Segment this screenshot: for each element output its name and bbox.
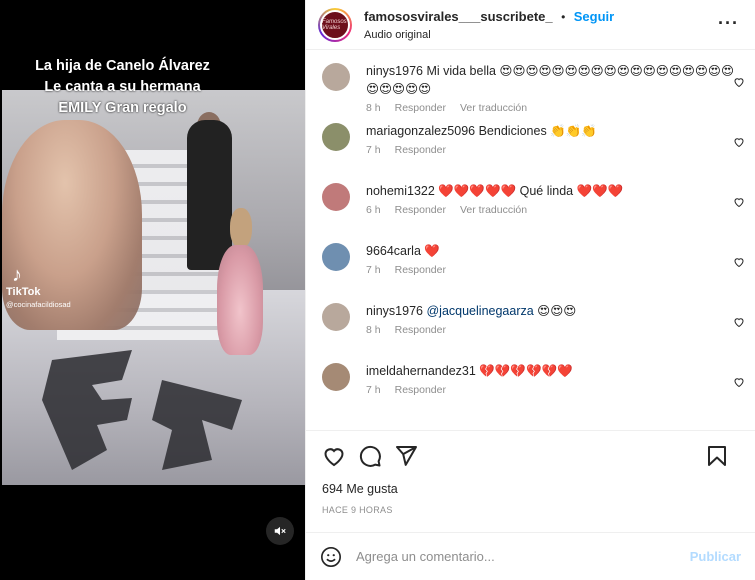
- comment-like-heart-icon[interactable]: [733, 256, 745, 268]
- audio-label[interactable]: Audio original: [364, 29, 614, 41]
- comment-meta: 7 h Responder: [366, 264, 736, 276]
- follow-button[interactable]: Seguir: [574, 9, 614, 24]
- comment-content: ❤️: [424, 244, 440, 258]
- comment-time[interactable]: 7 h: [366, 384, 381, 396]
- video-caption: La hija de Canelo Álvarez Le canta a su …: [35, 58, 210, 116]
- comment-meta: 7 h Responder: [366, 384, 736, 396]
- comment-avatar[interactable]: [322, 363, 350, 391]
- comment-meta: 8 h Responder Ver traducción: [366, 102, 736, 114]
- comment-username[interactable]: ninys1976: [366, 64, 423, 78]
- comment-item: ninys1976 Mi vida bella 😍😍😍😍😍😍😍😍😍😍😍😍😍😍😍😍…: [322, 62, 744, 122]
- comment-time[interactable]: 8 h: [366, 102, 381, 114]
- comment-time[interactable]: 7 h: [366, 144, 381, 156]
- tiktok-watermark: ♪ TikTok: [6, 264, 40, 298]
- post-timestamp[interactable]: HACE 9 HORAS: [306, 496, 755, 532]
- post-modal: ◀) La hija de Canelo Álvarez Le canta a …: [0, 0, 755, 580]
- smiley-icon[interactable]: [320, 546, 342, 568]
- comment-composer: Publicar: [306, 532, 755, 580]
- comments-list: ninys1976 Mi vida bella 😍😍😍😍😍😍😍😍😍😍😍😍😍😍😍😍…: [306, 50, 755, 430]
- video-frame[interactable]: ◀): [2, 90, 305, 485]
- tiktok-logo-icon: ♪: [12, 264, 22, 286]
- comment-avatar[interactable]: [322, 123, 350, 151]
- comment-like-heart-icon[interactable]: [733, 376, 745, 388]
- comment-time[interactable]: 6 h: [366, 204, 381, 216]
- comment-username[interactable]: imeldahernandez31: [366, 364, 476, 378]
- comment-item: imeldahernandez31 💔💔💔💔💔❤️ 7 h Responder: [322, 362, 744, 422]
- speaker-muted-icon: [274, 526, 286, 536]
- comment-avatar[interactable]: [322, 183, 350, 211]
- video-girl: [217, 245, 263, 355]
- comment-username[interactable]: 9664carla: [366, 244, 421, 258]
- comment-input[interactable]: [356, 549, 690, 564]
- post-header: Famosos Virales famososvirales___suscrib…: [306, 0, 755, 50]
- comment-text: ninys1976 @jacquelinegaarza 😍😍😍: [366, 302, 736, 320]
- comment-text: imeldahernandez31 💔💔💔💔💔❤️: [366, 362, 736, 380]
- video-man: [187, 120, 232, 270]
- tiktok-username: @cocinafacildiosad: [6, 300, 71, 309]
- comment-text: nohemi1322 ❤️❤️❤️❤️❤️ Qué linda ❤️❤️❤️: [366, 182, 736, 200]
- author-avatar[interactable]: Famosos Virales: [318, 7, 352, 42]
- author-avatar-logo: Famosos Virales: [320, 9, 350, 40]
- comment-text: mariagonzalez5096 Bendiciones 👏👏👏: [366, 122, 736, 140]
- reply-button[interactable]: Responder: [395, 324, 446, 336]
- post-side-panel: Famosos Virales famososvirales___suscrib…: [305, 0, 755, 580]
- translate-button[interactable]: Ver traducción: [460, 102, 527, 114]
- comment-icon[interactable]: [358, 444, 382, 468]
- comment-username[interactable]: ninys1976: [366, 304, 423, 318]
- tiktok-brand: TikTok: [6, 286, 41, 298]
- header-text: famososvirales___suscribete_ • Seguir Au…: [364, 8, 614, 41]
- comment-username[interactable]: nohemi1322: [366, 184, 435, 198]
- comment-item: mariagonzalez5096 Bendiciones 👏👏👏 7 h Re…: [322, 122, 744, 182]
- header-separator: •: [561, 10, 566, 24]
- comment-text: ninys1976 Mi vida bella 😍😍😍😍😍😍😍😍😍😍😍😍😍😍😍😍…: [366, 62, 736, 98]
- comment-like-heart-icon[interactable]: [733, 76, 745, 88]
- mute-button[interactable]: [266, 517, 294, 545]
- comment-avatar[interactable]: [322, 243, 350, 271]
- reply-button[interactable]: Responder: [395, 384, 446, 396]
- comment-like-heart-icon[interactable]: [733, 196, 745, 208]
- comment-avatar[interactable]: [322, 303, 350, 331]
- author-username[interactable]: famososvirales___suscribete_: [364, 9, 553, 24]
- comment-username[interactable]: mariagonzalez5096: [366, 124, 475, 138]
- comment-item: ninys1976 @jacquelinegaarza 😍😍😍 8 h Resp…: [322, 302, 744, 362]
- comment-meta: 6 h Responder Ver traducción: [366, 204, 736, 216]
- publish-button[interactable]: Publicar: [690, 549, 741, 564]
- post-actions: [306, 430, 755, 480]
- heart-icon[interactable]: [322, 444, 346, 468]
- comment-time[interactable]: 8 h: [366, 324, 381, 336]
- comment-time[interactable]: 7 h: [366, 264, 381, 276]
- comment-content: Bendiciones 👏👏👏: [478, 124, 597, 138]
- bookmark-icon[interactable]: [705, 444, 729, 468]
- comment-meta: 7 h Responder: [366, 144, 736, 156]
- translate-button[interactable]: Ver traducción: [460, 204, 527, 216]
- comment-item: 9664carla ❤️ 7 h Responder: [322, 242, 744, 302]
- likes-count[interactable]: 694 Me gusta: [306, 480, 755, 496]
- floor-monogram: [42, 350, 242, 470]
- video-girl-head: [230, 208, 252, 248]
- comment-content: 😍😍😍: [537, 304, 577, 318]
- video-player[interactable]: ◀) La hija de Canelo Álvarez Le canta a …: [0, 0, 305, 580]
- reply-button[interactable]: Responder: [395, 264, 446, 276]
- comment-like-heart-icon[interactable]: [733, 316, 745, 328]
- comment-item: nohemi1322 ❤️❤️❤️❤️❤️ Qué linda ❤️❤️❤️ 6…: [322, 182, 744, 242]
- reply-button[interactable]: Responder: [395, 204, 446, 216]
- comment-meta: 8 h Responder: [366, 324, 736, 336]
- more-options-icon[interactable]: ···: [718, 14, 739, 32]
- comment-mention[interactable]: @jacquelinegaarza: [426, 304, 533, 318]
- reply-button[interactable]: Responder: [395, 102, 446, 114]
- comment-avatar[interactable]: [322, 63, 350, 91]
- reply-button[interactable]: Responder: [395, 144, 446, 156]
- comment-text: 9664carla ❤️: [366, 242, 736, 260]
- video-gown: [2, 120, 142, 330]
- comment-like-heart-icon[interactable]: [733, 136, 745, 148]
- comment-content: ❤️❤️❤️❤️❤️ Qué linda ❤️❤️❤️: [438, 184, 624, 198]
- comment-content: 💔💔💔💔💔❤️: [479, 364, 573, 378]
- send-icon[interactable]: [394, 444, 418, 468]
